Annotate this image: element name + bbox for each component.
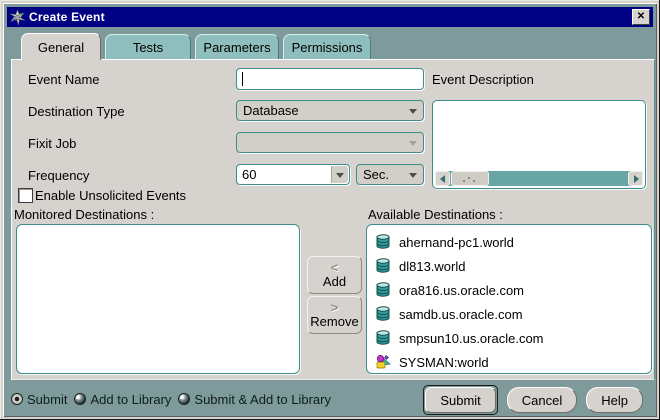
list-item[interactable]: ahernand-pc1.world: [371, 230, 647, 254]
horizontal-scrollbar[interactable]: [435, 171, 643, 186]
dialog-window: Create Event ✕ General Tests Parameters …: [0, 0, 660, 420]
close-icon: ✕: [636, 11, 646, 22]
list-item[interactable]: SYSMAN:world: [371, 350, 647, 373]
radio-button-icon: [178, 393, 191, 405]
monitored-destinations-label: Monitored Destinations :: [14, 207, 155, 222]
submit-mode-radio-group: Submit Add to Library Submit & Add to Li…: [11, 391, 331, 407]
tab-bar: General Tests Parameters Permissions: [21, 33, 371, 60]
chevron-down-icon: [409, 141, 417, 146]
scrollbar-thumb[interactable]: [451, 171, 489, 186]
tab-parameters[interactable]: Parameters: [195, 34, 279, 59]
text-caret: [242, 72, 243, 86]
radio-add-to-library[interactable]: Add to Library: [74, 392, 171, 407]
available-destinations-list[interactable]: ahernand-pc1.world dl813.world ora816.us…: [366, 224, 652, 374]
list-item[interactable]: dl813.world: [371, 254, 647, 278]
database-icon: [376, 258, 390, 273]
database-icon: [376, 282, 390, 297]
chevron-left-icon: <: [330, 259, 339, 275]
tab-tests[interactable]: Tests: [105, 34, 191, 59]
create-event-icon: [10, 9, 25, 25]
window-title: Create Event: [29, 10, 105, 24]
fixit-job-label: Fixit Job: [28, 136, 77, 151]
scroll-right-button[interactable]: [628, 171, 643, 186]
group-icon: [376, 355, 391, 369]
database-icon: [376, 330, 390, 345]
tab-general[interactable]: General: [21, 33, 101, 60]
grip-dots-icon: [468, 177, 470, 179]
chevron-down-icon: [409, 109, 417, 114]
event-name-label: Event Name: [28, 72, 100, 87]
submit-button[interactable]: Submit: [425, 387, 496, 413]
arrow-left-icon: [440, 175, 445, 183]
scroll-left-button[interactable]: [435, 171, 450, 186]
available-destinations-label: Available Destinations :: [368, 207, 503, 222]
database-icon: [376, 234, 390, 249]
frequency-input[interactable]: 60: [236, 164, 350, 185]
enable-unsolicited-label: Enable Unsolicited Events: [35, 188, 187, 203]
dialog-buttons: Submit Cancel Help: [423, 385, 643, 415]
title-bar[interactable]: Create Event ✕: [7, 7, 653, 27]
event-name-input[interactable]: [236, 68, 424, 90]
chevron-down-icon: [409, 173, 417, 178]
radio-submit[interactable]: Submit: [11, 392, 67, 407]
database-icon: [376, 306, 390, 321]
list-item[interactable]: samdb.us.oracle.com: [371, 302, 647, 326]
general-tab-panel: Event Name Event Description Destination…: [11, 59, 655, 380]
add-button[interactable]: < Add: [307, 256, 362, 294]
radio-submit-and-add[interactable]: Submit & Add to Library: [178, 392, 331, 407]
radio-button-icon: [11, 393, 23, 405]
close-button[interactable]: ✕: [632, 9, 650, 25]
enable-unsolicited-checkbox[interactable]: [18, 188, 33, 203]
frequency-dropdown-button[interactable]: [331, 166, 348, 183]
frequency-unit-select[interactable]: Sec.: [356, 164, 424, 185]
remove-button[interactable]: > Remove: [307, 296, 362, 334]
cancel-button[interactable]: Cancel: [506, 387, 578, 413]
tab-permissions[interactable]: Permissions: [283, 34, 371, 59]
help-button[interactable]: Help: [586, 387, 643, 413]
radio-button-icon: [74, 393, 87, 405]
arrow-right-icon: [634, 175, 639, 183]
destination-type-select[interactable]: Database: [236, 100, 424, 121]
default-button-ring: Submit: [423, 385, 498, 415]
event-description-textarea[interactable]: [432, 100, 646, 189]
chevron-right-icon: >: [330, 299, 339, 315]
list-item[interactable]: ora816.us.oracle.com: [371, 278, 647, 302]
list-item[interactable]: smpsun10.us.oracle.com: [371, 326, 647, 350]
monitored-destinations-list[interactable]: [16, 224, 300, 374]
event-description-label: Event Description: [432, 72, 534, 87]
frequency-label: Frequency: [28, 168, 90, 183]
fixit-job-select: [236, 132, 424, 153]
destination-type-label: Destination Type: [28, 104, 125, 119]
